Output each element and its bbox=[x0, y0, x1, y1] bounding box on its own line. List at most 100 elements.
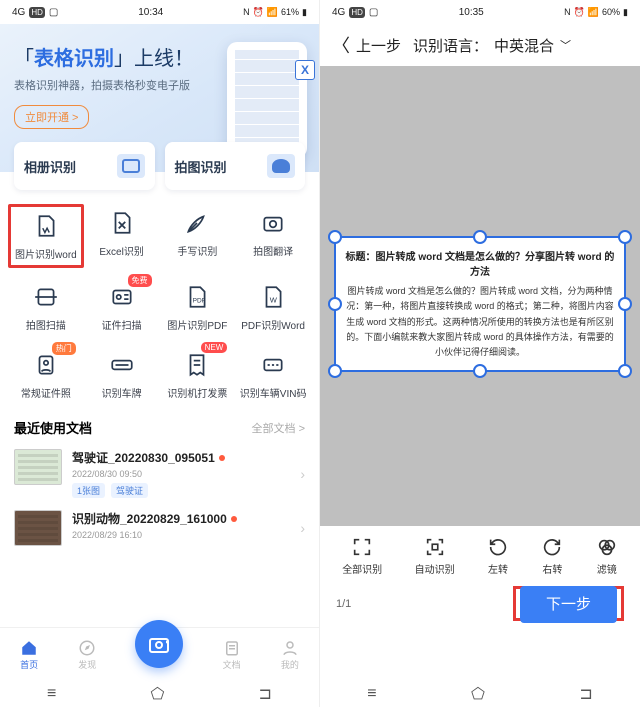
doc-row[interactable]: 识别动物_20220829_161000 2022/08/29 16:10 › bbox=[0, 504, 319, 552]
excel-icon: X bbox=[295, 60, 315, 80]
nav-camera-button[interactable] bbox=[135, 620, 183, 668]
crop-handle-bm[interactable] bbox=[473, 364, 487, 378]
lang-value[interactable]: 中英混合 bbox=[494, 35, 554, 56]
network-label: 4G bbox=[332, 7, 345, 18]
nav-home[interactable]: 首页 bbox=[19, 639, 39, 671]
back-label[interactable]: 上一步 bbox=[356, 35, 401, 56]
feature-translate[interactable]: 拍图翻译 bbox=[235, 204, 311, 268]
filter-icon bbox=[596, 536, 618, 558]
feature-id-photo[interactable]: 热门 常规证件照 bbox=[8, 346, 84, 404]
crop-handle-tr[interactable] bbox=[618, 230, 632, 244]
tool-filter[interactable]: 滤镜 bbox=[596, 536, 618, 576]
docs-icon bbox=[222, 639, 242, 657]
camera-icon bbox=[267, 154, 295, 178]
rotate-right-icon bbox=[541, 536, 563, 558]
system-nav: ≡ ⬠ ⊐ bbox=[0, 681, 319, 707]
crop-bottom-bar: 1/1 下一步 bbox=[320, 580, 640, 621]
crop-handle-lm[interactable] bbox=[328, 297, 342, 311]
alarm-icon: ⏰ bbox=[253, 7, 264, 18]
crop-handle-bl[interactable] bbox=[328, 364, 342, 378]
svg-text:W: W bbox=[270, 295, 278, 304]
feature-vin[interactable]: 识别车辆VIN码 bbox=[235, 346, 311, 404]
chat-icon: ▢ bbox=[49, 7, 58, 18]
status-bar: 4G HD ▢ 10:34 N ⏰ 📶 61% ▮ bbox=[0, 0, 319, 24]
back-sys-icon[interactable]: ⊐ bbox=[579, 684, 592, 704]
album-recognize-card[interactable]: 相册识别 bbox=[14, 142, 155, 190]
doc-meta: 2022/08/30 09:50 bbox=[72, 469, 290, 479]
page-indicator: 1/1 bbox=[336, 598, 351, 610]
wifi-icon: 📶 bbox=[588, 7, 599, 18]
feature-image-to-word[interactable]: 图片识别word bbox=[8, 204, 84, 268]
card-label: 相册识别 bbox=[24, 157, 76, 176]
menu-icon[interactable]: ≡ bbox=[47, 685, 56, 703]
vin-icon bbox=[258, 350, 288, 380]
doc-row[interactable]: 驾驶证_20220830_095051 2022/08/30 09:50 1张图… bbox=[0, 443, 319, 504]
feather-icon bbox=[182, 208, 212, 238]
camera-recognize-card[interactable]: 拍图识别 bbox=[165, 142, 306, 190]
feature-handwriting[interactable]: 手写识别 bbox=[160, 204, 236, 268]
next-button[interactable]: 下一步 bbox=[520, 586, 617, 623]
feature-pdf-to-word[interactable]: W PDF识别Word bbox=[235, 278, 311, 336]
camera-translate-icon bbox=[258, 208, 288, 238]
nav-me[interactable]: 我的 bbox=[280, 639, 300, 671]
hero-illustration bbox=[227, 42, 307, 158]
crop-canvas[interactable]: 标题：图片转成 word 文档是怎么做的？分享图片转 word 的方法 图片转成… bbox=[320, 66, 640, 526]
nav-docs[interactable]: 文档 bbox=[222, 639, 242, 671]
excel-doc-icon bbox=[107, 208, 137, 238]
all-docs-link[interactable]: 全部文档 > bbox=[252, 420, 305, 436]
unread-dot bbox=[219, 455, 225, 461]
recent-header: 最近使用文档 全部文档 > bbox=[0, 410, 319, 443]
crop-handle-tm[interactable] bbox=[473, 230, 487, 244]
bottom-nav: 首页 发现 文档 我的 bbox=[0, 627, 319, 681]
network-label: 4G bbox=[12, 7, 25, 18]
home-sys-icon[interactable]: ⬠ bbox=[151, 684, 165, 704]
lang-label: 识别语言： bbox=[413, 35, 488, 56]
tool-rotate-right[interactable]: 右转 bbox=[541, 536, 563, 576]
back-sys-icon[interactable]: ⊐ bbox=[259, 684, 272, 704]
feature-image-to-pdf[interactable]: PDF 图片识别PDF bbox=[160, 278, 236, 336]
menu-icon[interactable]: ≡ bbox=[367, 685, 376, 703]
hero-cta-button[interactable]: 立即开通 > bbox=[14, 105, 89, 129]
person-icon bbox=[280, 639, 300, 657]
fullscreen-icon bbox=[351, 536, 373, 558]
chevron-right-icon: › bbox=[300, 466, 305, 482]
battery-label: 61% bbox=[281, 7, 299, 17]
doc-title: 识别动物_20220829_161000 bbox=[72, 510, 227, 527]
tool-rotate-left[interactable]: 左转 bbox=[487, 536, 509, 576]
doc-tag: 1张图 bbox=[72, 483, 105, 498]
hot-badge: 热门 bbox=[52, 342, 76, 355]
auto-crop-icon bbox=[424, 536, 446, 558]
crop-text-body: 图片转成 word 文档是怎么做的？图片转成 word 文档，分为两种情况：第一… bbox=[344, 284, 616, 360]
crop-header: 〈 上一步 识别语言： 中英混合 ﹀ bbox=[320, 24, 640, 66]
crop-handle-tl[interactable] bbox=[328, 230, 342, 244]
chevron-down-icon[interactable]: ﹀ bbox=[560, 37, 571, 53]
status-time: 10:35 bbox=[459, 7, 484, 18]
svg-text:PDF: PDF bbox=[193, 297, 206, 304]
alarm-icon: ⏰ bbox=[574, 7, 585, 18]
crop-text-title: 标题：图片转成 word 文档是怎么做的？分享图片转 word 的方法 bbox=[344, 248, 616, 278]
feature-invoice[interactable]: NEW 识别机打发票 bbox=[160, 346, 236, 404]
hd-badge: HD bbox=[29, 7, 45, 18]
invoice-icon bbox=[182, 350, 212, 380]
feature-excel[interactable]: Excel识别 bbox=[84, 204, 160, 268]
free-badge: 免费 bbox=[128, 274, 152, 287]
tool-auto-recognize[interactable]: 自动识别 bbox=[415, 536, 455, 576]
crop-box[interactable]: 标题：图片转成 word 文档是怎么做的？分享图片转 word 的方法 图片转成… bbox=[334, 236, 626, 372]
doc-tag: 驾驶证 bbox=[111, 483, 148, 498]
status-bar: 4G HD ▢ 10:35 N ⏰ 📶 60% ▮ bbox=[320, 0, 640, 24]
scan-icon bbox=[31, 282, 61, 312]
chat-icon: ▢ bbox=[369, 7, 378, 18]
back-icon[interactable]: 〈 bbox=[332, 32, 350, 58]
highlight-box: 下一步 bbox=[513, 586, 624, 621]
nav-discover[interactable]: 发现 bbox=[77, 639, 97, 671]
feature-scan[interactable]: 拍图扫描 bbox=[8, 278, 84, 336]
feature-id-scan[interactable]: 免费 证件扫描 bbox=[84, 278, 160, 336]
system-nav: ≡ ⬠ ⊐ bbox=[320, 681, 640, 707]
feature-license-plate[interactable]: 识别车牌 bbox=[84, 346, 160, 404]
tool-recognize-all[interactable]: 全部识别 bbox=[342, 536, 382, 576]
home-sys-icon[interactable]: ⬠ bbox=[471, 684, 485, 704]
doc-thumbnail bbox=[14, 510, 62, 546]
crop-handle-rm[interactable] bbox=[618, 297, 632, 311]
hd-badge: HD bbox=[349, 7, 365, 18]
crop-handle-br[interactable] bbox=[618, 364, 632, 378]
